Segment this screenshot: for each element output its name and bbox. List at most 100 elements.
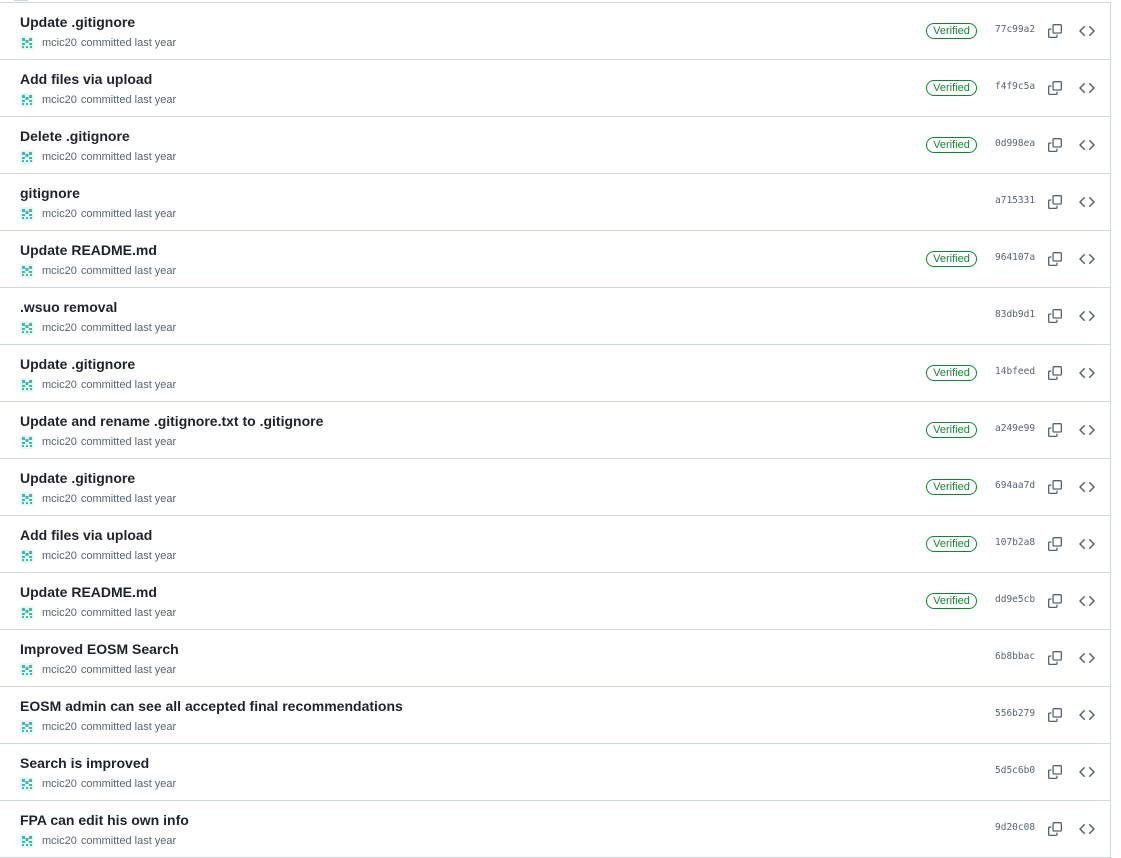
avatar-icon[interactable] [20, 777, 34, 791]
commit-author-link[interactable]: mcic20 [42, 835, 77, 847]
commit-author-link[interactable]: mcic20 [42, 265, 77, 277]
verified-badge[interactable]: Verified [926, 479, 977, 495]
commit-title-link[interactable]: FPA can edit his own info [20, 812, 189, 828]
avatar-icon[interactable] [20, 378, 34, 392]
commit-title-link[interactable]: EOSM admin can see all accepted final re… [20, 698, 403, 714]
avatar-icon[interactable] [20, 720, 34, 734]
commit-author-link[interactable]: mcic20 [42, 721, 77, 733]
commit-sha-link[interactable]: 5d5c6b0 [995, 765, 1035, 776]
browse-repo-button[interactable] [1078, 250, 1096, 268]
commit-author-link[interactable]: mcic20 [42, 322, 77, 334]
verified-badge[interactable]: Verified [926, 365, 977, 381]
commit-title-link[interactable]: .wsuo removal [20, 299, 117, 315]
browse-repo-button[interactable] [1078, 79, 1096, 97]
browse-repo-button[interactable] [1078, 136, 1096, 154]
copy-sha-button[interactable] [1046, 22, 1064, 40]
browse-repo-button[interactable] [1078, 820, 1096, 838]
avatar-icon[interactable] [20, 663, 34, 677]
copy-sha-button[interactable] [1046, 79, 1064, 97]
copy-sha-button[interactable] [1046, 193, 1064, 211]
commit-author-link[interactable]: mcic20 [42, 436, 77, 448]
commit-author-link[interactable]: mcic20 [42, 493, 77, 505]
browse-repo-button[interactable] [1078, 22, 1096, 40]
commit-title-link[interactable]: Delete .gitignore [20, 128, 130, 144]
commit-sha-link[interactable]: 83db9d1 [995, 309, 1035, 320]
avatar-icon[interactable] [20, 435, 34, 449]
commit-sha-link[interactable]: 9d20c08 [995, 822, 1035, 833]
copy-sha-button[interactable] [1046, 364, 1064, 382]
commit-title-link[interactable]: Update and rename .gitignore.txt to .git… [20, 413, 323, 429]
avatar-icon[interactable] [20, 834, 34, 848]
browse-repo-button[interactable] [1078, 193, 1096, 211]
commit-title-link[interactable]: Search is improved [20, 755, 149, 771]
browse-repo-button[interactable] [1078, 364, 1096, 382]
commit-title-link[interactable]: Update README.md [20, 584, 157, 600]
browse-repo-button[interactable] [1078, 421, 1096, 439]
avatar-icon[interactable] [20, 606, 34, 620]
commit-sha-link[interactable]: f4f9c5a [995, 81, 1035, 92]
commit-title-link[interactable]: Update README.md [20, 242, 157, 258]
verified-badge[interactable]: Verified [926, 536, 977, 552]
commit-author-link[interactable]: mcic20 [42, 37, 77, 49]
commit-author-link[interactable]: mcic20 [42, 664, 77, 676]
copy-sha-button[interactable] [1046, 535, 1064, 553]
avatar-icon[interactable] [20, 549, 34, 563]
verified-badge[interactable]: Verified [926, 137, 977, 153]
verified-badge[interactable]: Verified [926, 593, 977, 609]
avatar-icon[interactable] [20, 321, 34, 335]
code-icon [1079, 595, 1095, 607]
copy-sha-button[interactable] [1046, 706, 1064, 724]
commit-author-link[interactable]: mcic20 [42, 151, 77, 163]
commit-author-link[interactable]: mcic20 [42, 208, 77, 220]
commit-title-link[interactable]: Add files via upload [20, 527, 152, 543]
browse-repo-button[interactable] [1078, 592, 1096, 610]
commit-title-link[interactable]: Add files via upload [20, 71, 152, 87]
avatar-icon[interactable] [20, 492, 34, 506]
copy-sha-button[interactable] [1046, 421, 1064, 439]
browse-repo-button[interactable] [1078, 649, 1096, 667]
commit-sha-link[interactable]: 6b8bbac [995, 651, 1035, 662]
copy-sha-button[interactable] [1046, 763, 1064, 781]
commit-title-link[interactable]: Update .gitignore [20, 470, 135, 486]
verified-badge[interactable]: Verified [926, 80, 977, 96]
commit-sha-link[interactable]: 14bfeed [995, 366, 1035, 377]
copy-sha-button[interactable] [1046, 136, 1064, 154]
commit-sha-link[interactable]: 0d998ea [995, 138, 1035, 149]
browse-repo-button[interactable] [1078, 763, 1096, 781]
browse-repo-button[interactable] [1078, 535, 1096, 553]
browse-repo-button[interactable] [1078, 307, 1096, 325]
verified-badge[interactable]: Verified [926, 23, 977, 39]
commit-title-link[interactable]: gitignore [20, 185, 80, 201]
commit-author-link[interactable]: mcic20 [42, 778, 77, 790]
commit-title-link[interactable]: Improved EOSM Search [20, 641, 179, 657]
copy-sha-button[interactable] [1046, 592, 1064, 610]
commit-sha-link[interactable]: 556b279 [995, 708, 1035, 719]
commit-author-link[interactable]: mcic20 [42, 607, 77, 619]
commit-title-link[interactable]: Update .gitignore [20, 356, 135, 372]
commit-sha-link[interactable]: 964107a [995, 252, 1035, 263]
copy-sha-button[interactable] [1046, 820, 1064, 838]
browse-repo-button[interactable] [1078, 706, 1096, 724]
avatar-icon[interactable] [20, 36, 34, 50]
avatar-icon[interactable] [20, 93, 34, 107]
commit-sha-link[interactable]: 107b2a8 [995, 537, 1035, 548]
verified-badge[interactable]: Verified [926, 251, 977, 267]
commit-sha-link[interactable]: a249e99 [995, 423, 1035, 434]
copy-sha-button[interactable] [1046, 307, 1064, 325]
commit-author-link[interactable]: mcic20 [42, 550, 77, 562]
commit-sha-link[interactable]: dd9e5cb [995, 594, 1035, 605]
avatar-icon[interactable] [20, 150, 34, 164]
copy-sha-button[interactable] [1046, 478, 1064, 496]
commit-title-link[interactable]: Update .gitignore [20, 14, 135, 30]
copy-sha-button[interactable] [1046, 649, 1064, 667]
commit-author-link[interactable]: mcic20 [42, 379, 77, 391]
commit-sha-link[interactable]: 77c99a2 [995, 24, 1035, 35]
avatar-icon[interactable] [20, 207, 34, 221]
avatar-icon[interactable] [20, 264, 34, 278]
verified-badge[interactable]: Verified [926, 422, 977, 438]
commit-sha-link[interactable]: 694aa7d [995, 480, 1035, 491]
commit-author-link[interactable]: mcic20 [42, 94, 77, 106]
commit-sha-link[interactable]: a715331 [995, 195, 1035, 206]
copy-sha-button[interactable] [1046, 250, 1064, 268]
browse-repo-button[interactable] [1078, 478, 1096, 496]
